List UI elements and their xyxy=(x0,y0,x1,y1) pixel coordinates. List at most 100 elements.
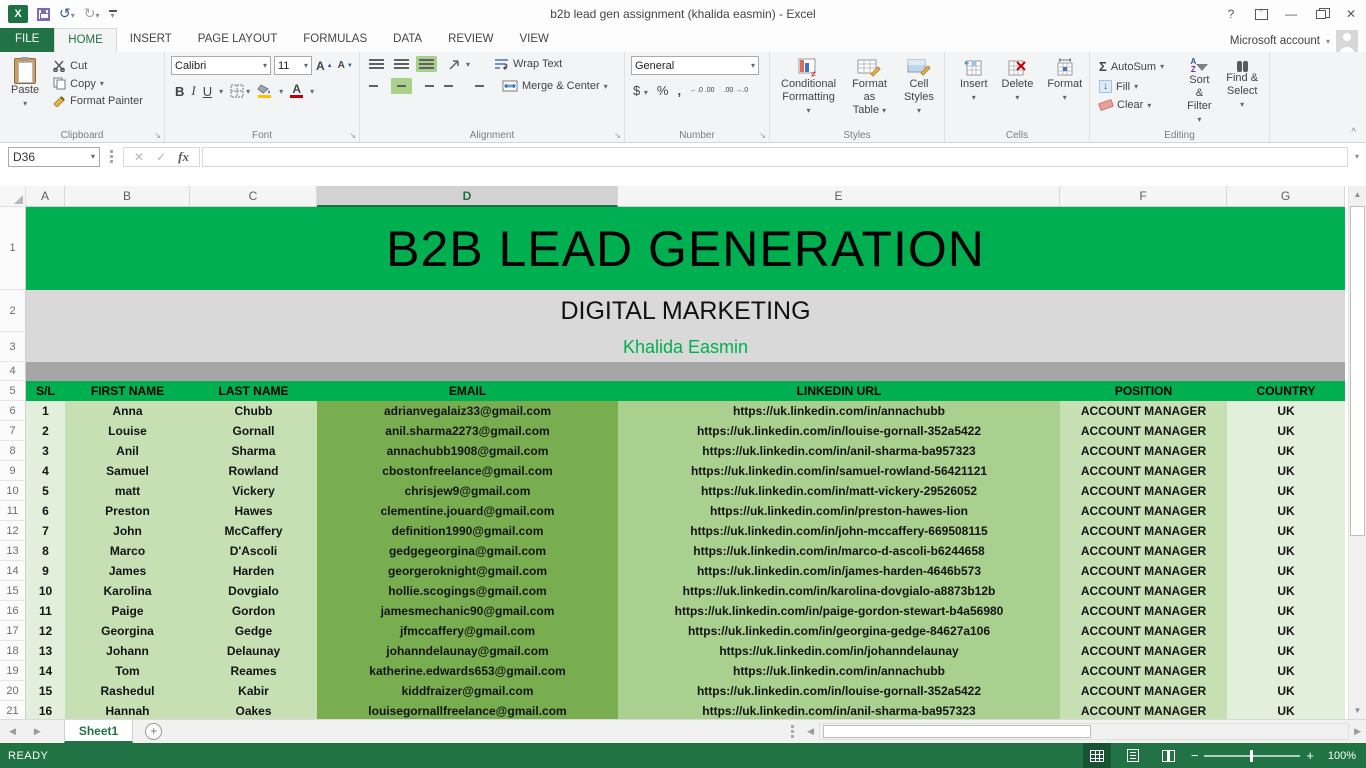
format-as-table-button[interactable]: Format as Table ▾ xyxy=(843,56,896,128)
enter-icon[interactable]: ✓ xyxy=(156,150,166,164)
subtitle-row[interactable]: 2 DIGITAL MARKETING xyxy=(0,290,1366,332)
page-layout-view-button[interactable] xyxy=(1119,743,1147,768)
paste-button[interactable]: Paste▾ xyxy=(6,56,44,112)
cell-linkedin-url[interactable]: https://uk.linkedin.com/in/georgina-gedg… xyxy=(618,621,1060,641)
scroll-right-icon[interactable]: ▶ xyxy=(1349,726,1366,737)
insert-function-icon[interactable]: fx xyxy=(178,149,189,165)
prev-sheet-icon[interactable]: ◀ xyxy=(0,726,25,737)
clear-button[interactable]: Clear▾ xyxy=(1096,98,1179,112)
row-header[interactable]: 17 xyxy=(0,621,26,641)
wrap-text-button[interactable]: Wrap Text xyxy=(491,57,565,71)
normal-view-button[interactable] xyxy=(1083,743,1111,768)
font-size-select[interactable]: 11▾ xyxy=(274,56,312,75)
cell-linkedin-url[interactable]: https://uk.linkedin.com/in/karolina-dovg… xyxy=(618,581,1060,601)
zoom-slider[interactable] xyxy=(1204,755,1300,757)
cell-last-name[interactable]: Oakes xyxy=(190,701,317,719)
formula-input[interactable] xyxy=(202,147,1348,167)
cell-sl[interactable]: 2 xyxy=(26,421,65,441)
column-header-f[interactable]: F xyxy=(1060,186,1227,207)
cell-sl[interactable]: 3 xyxy=(26,441,65,461)
cell-country[interactable]: UK xyxy=(1227,441,1345,461)
cell-linkedin-url[interactable]: https://uk.linkedin.com/in/marco-d-ascol… xyxy=(618,541,1060,561)
cell-linkedin-url[interactable]: https://uk.linkedin.com/in/samuel-rowlan… xyxy=(618,461,1060,481)
underline-button[interactable]: U xyxy=(203,84,212,99)
horizontal-scrollbar[interactable]: ◀ ▶ xyxy=(783,723,1366,740)
top-align-button[interactable] xyxy=(366,56,387,72)
next-sheet-icon[interactable]: ▶ xyxy=(25,726,50,737)
cell-first-name[interactable]: Marco xyxy=(65,541,190,561)
cell-first-name[interactable]: Hannah xyxy=(65,701,190,719)
middle-align-button[interactable] xyxy=(391,56,412,72)
excel-logo-icon[interactable]: X xyxy=(8,5,28,23)
header-linkedin-url[interactable]: LINKEDIN URL xyxy=(618,381,1060,401)
cell-position[interactable]: ACCOUNT MANAGER xyxy=(1060,681,1227,701)
cell-sl[interactable]: 15 xyxy=(26,681,65,701)
tab-data[interactable]: DATA xyxy=(380,28,435,52)
save-icon[interactable] xyxy=(37,8,50,21)
cell-last-name[interactable]: D'Ascoli xyxy=(190,541,317,561)
alignment-dialog-launcher[interactable]: ↘ xyxy=(614,131,621,140)
cell-email[interactable]: hollie.scogings@gmail.com xyxy=(317,581,618,601)
account-label[interactable]: Microsoft account xyxy=(1230,35,1320,47)
header-country[interactable]: COUNTRY xyxy=(1227,381,1345,401)
cell-country[interactable]: UK xyxy=(1227,641,1345,661)
cell-country[interactable]: UK xyxy=(1227,481,1345,501)
cell-country[interactable]: UK xyxy=(1227,561,1345,581)
cell-position[interactable]: ACCOUNT MANAGER xyxy=(1060,621,1227,641)
cut-button[interactable]: Cut xyxy=(50,59,146,73)
column-header-b[interactable]: B xyxy=(65,186,190,207)
tab-view[interactable]: VIEW xyxy=(506,28,561,52)
cell-sl[interactable]: 1 xyxy=(26,401,65,421)
cell-first-name[interactable]: Samuel xyxy=(65,461,190,481)
cell-email[interactable]: anil.sharma2273@gmail.com xyxy=(317,421,618,441)
cell-last-name[interactable]: Kabir xyxy=(190,681,317,701)
copy-button[interactable]: Copy▾ xyxy=(50,76,146,91)
cell-sl[interactable]: 13 xyxy=(26,641,65,661)
collapse-ribbon-button[interactable]: ^ xyxy=(1351,127,1356,138)
row-header[interactable]: 15 xyxy=(0,581,26,601)
cell-position[interactable]: ACCOUNT MANAGER xyxy=(1060,601,1227,621)
cell-country[interactable]: UK xyxy=(1227,661,1345,681)
row-header[interactable]: 14 xyxy=(0,561,26,581)
header-position[interactable]: POSITION xyxy=(1060,381,1227,401)
decrease-decimal-button[interactable]: .00 →.0 xyxy=(724,87,749,94)
row-header[interactable]: 5 xyxy=(0,381,26,401)
expand-formula-bar-icon[interactable]: ▾ xyxy=(1348,152,1366,161)
row-header[interactable]: 10 xyxy=(0,481,26,501)
increase-indent-button[interactable] xyxy=(466,78,487,94)
cell-sl[interactable]: 16 xyxy=(26,701,65,719)
header-first-name[interactable]: FIRST NAME xyxy=(65,381,190,401)
minimize-button[interactable]: — xyxy=(1276,1,1306,27)
close-button[interactable]: ✕ xyxy=(1336,1,1366,27)
help-button[interactable]: ? xyxy=(1216,1,1246,27)
cell-last-name[interactable]: Gordon xyxy=(190,601,317,621)
cell-first-name[interactable]: Anna xyxy=(65,401,190,421)
cell-position[interactable]: ACCOUNT MANAGER xyxy=(1060,441,1227,461)
cell-first-name[interactable]: Johann xyxy=(65,641,190,661)
row-header[interactable]: 2 xyxy=(0,290,26,332)
tab-splitter[interactable] xyxy=(791,725,794,738)
cell-linkedin-url[interactable]: https://uk.linkedin.com/in/johanndelauna… xyxy=(618,641,1060,661)
bold-button[interactable]: B xyxy=(175,84,184,99)
cell-sl[interactable]: 6 xyxy=(26,501,65,521)
row-header[interactable]: 20 xyxy=(0,681,26,701)
cell-last-name[interactable]: Gedge xyxy=(190,621,317,641)
fill-button[interactable]: ↓Fill▾ xyxy=(1096,79,1179,94)
cell-position[interactable]: ACCOUNT MANAGER xyxy=(1060,701,1227,719)
cell-first-name[interactable]: John xyxy=(65,521,190,541)
fill-color-button[interactable] xyxy=(257,84,272,98)
cell-linkedin-url[interactable]: https://uk.linkedin.com/in/john-mccaffer… xyxy=(618,521,1060,541)
cell-linkedin-url[interactable]: https://uk.linkedin.com/in/anil-sharma-b… xyxy=(618,441,1060,461)
autosum-button[interactable]: ΣAutoSum▾ xyxy=(1096,58,1179,75)
align-left-button[interactable] xyxy=(366,78,387,94)
zoom-out-button[interactable]: − xyxy=(1191,751,1199,761)
tab-insert[interactable]: INSERT xyxy=(117,28,185,52)
cell-email[interactable]: adrianvegalaiz33@gmail.com xyxy=(317,401,618,421)
cell-linkedin-url[interactable]: https://uk.linkedin.com/in/anil-sharma-b… xyxy=(618,701,1060,719)
insert-cells-button[interactable]: Insert▾ xyxy=(955,56,993,128)
banner-row[interactable]: 1 B2B LEAD GENERATION xyxy=(0,207,1366,290)
cell-email[interactable]: georgeroknight@gmail.com xyxy=(317,561,618,581)
cell-email[interactable]: chrisjew9@gmail.com xyxy=(317,481,618,501)
author-cell[interactable]: Khalida Easmin xyxy=(26,332,1345,362)
cell-position[interactable]: ACCOUNT MANAGER xyxy=(1060,481,1227,501)
